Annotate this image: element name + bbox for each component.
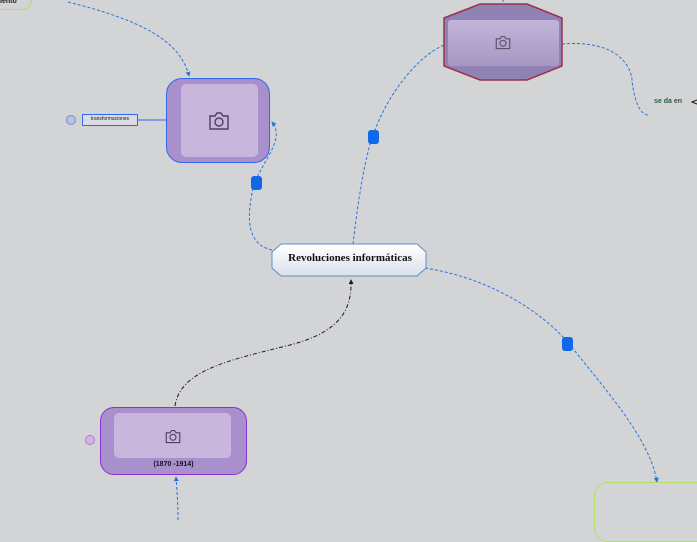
period-label: (1870 -1914) [153,461,194,468]
central-topic-label: Revoluciones informáticas [288,252,412,264]
arrow-left-icon [690,99,697,105]
camera-icon [209,112,229,130]
connector-bottom-to-period [173,476,179,520]
period-node[interactable]: (1870 -1914) [100,407,247,475]
connector-central-to-bottom-right [424,267,659,483]
relation-label[interactable]: se da en [654,98,682,105]
transformaciones-node[interactable]: transformaciones [82,114,138,126]
collapse-circle-icon[interactable] [85,435,95,445]
connector-handle[interactable] [368,130,379,144]
camera-icon [165,429,181,444]
connector-period-to-central [174,279,354,407]
connector-central-to-hexagon [352,44,445,245]
image-node-upper-left[interactable] [166,78,270,163]
top-left-topic-text: iento [0,0,17,5]
connector-hexagon-to-se-da-en [561,42,649,116]
image-placeholder [114,413,231,458]
bottom-right-topic-node[interactable] [594,482,697,542]
collapse-circle-icon[interactable] [66,115,76,125]
connector-handle[interactable] [251,176,262,190]
connector-handle[interactable] [562,337,573,351]
camera-icon [495,35,511,50]
transformaciones-label: transformaciones [90,116,130,122]
hexagon-image-placeholder [448,20,559,66]
connector-top-left-to-image-node [67,1,191,77]
image-placeholder [181,84,258,157]
